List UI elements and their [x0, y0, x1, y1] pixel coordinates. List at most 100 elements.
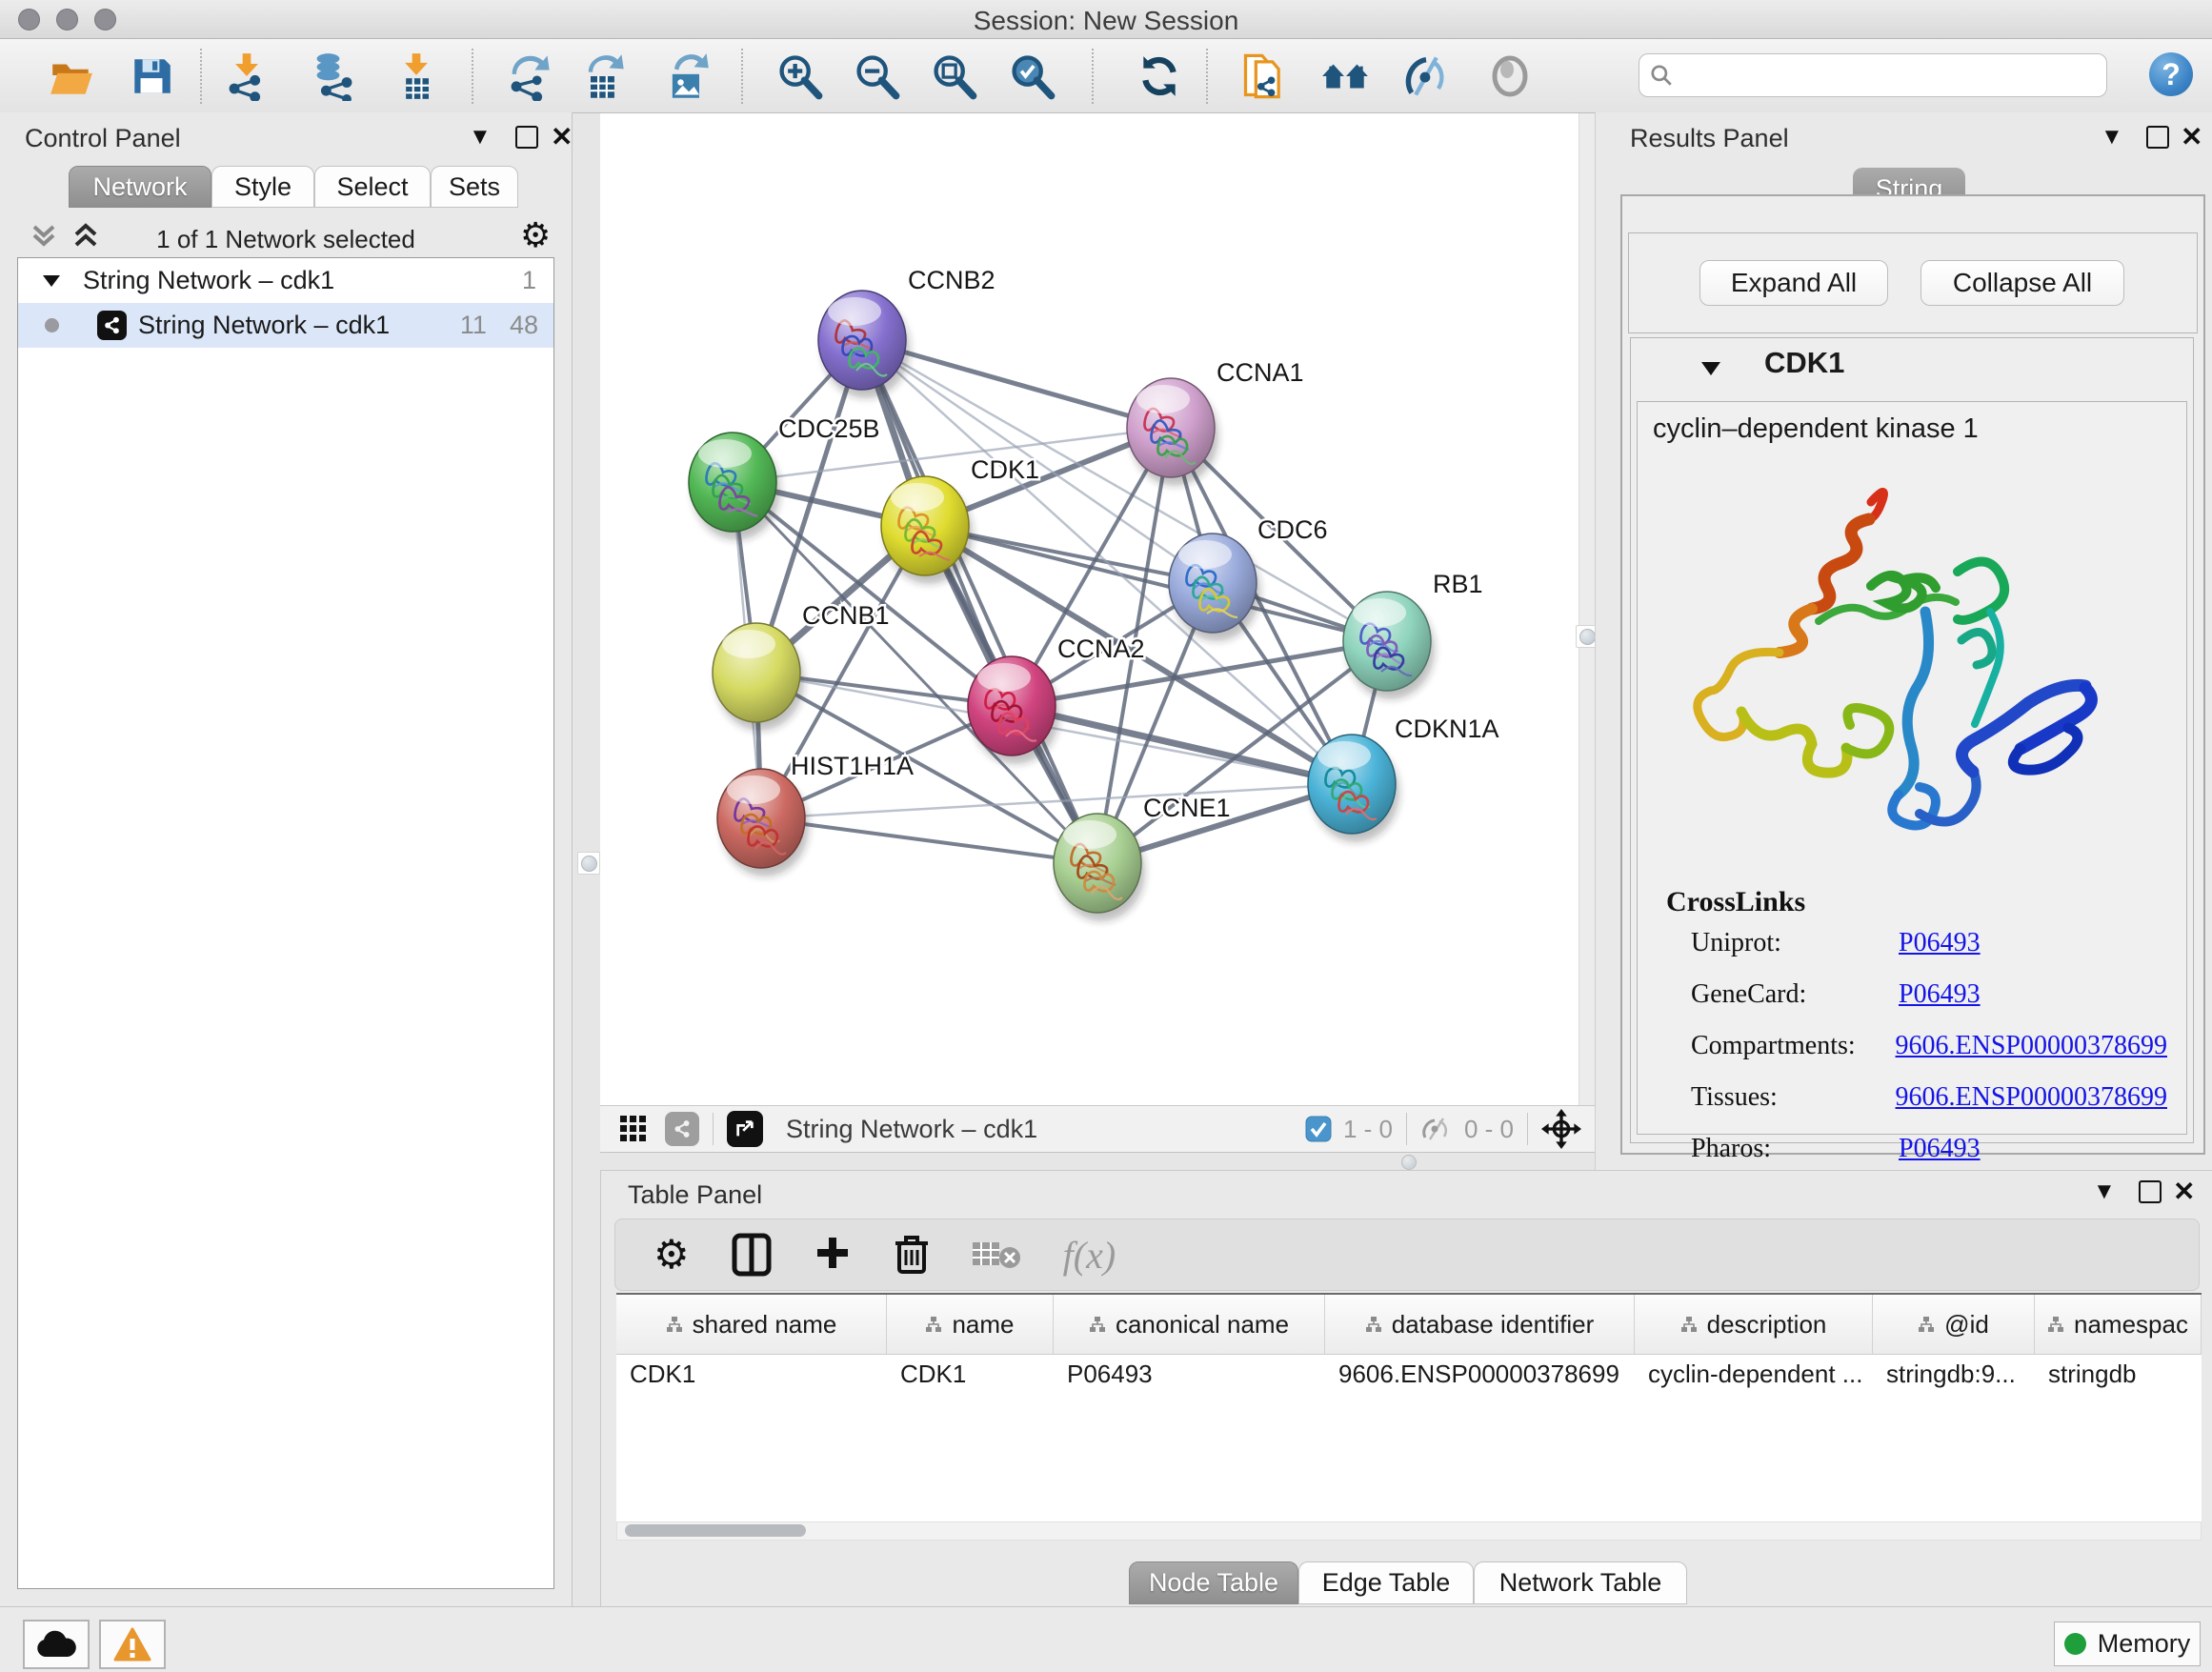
- column-header-database-identifier[interactable]: database identifier: [1325, 1295, 1635, 1354]
- tab-select[interactable]: Select: [314, 166, 431, 208]
- network-row-selected[interactable]: String Network – cdk1 11 48: [18, 303, 553, 348]
- canvas-right-gutter: [1579, 113, 1596, 1105]
- warning-status-button[interactable]: [99, 1620, 166, 1669]
- tab-network-table[interactable]: Network Table: [1474, 1561, 1687, 1604]
- control-panel-close-icon[interactable]: ✕: [551, 121, 573, 152]
- result-gene-name: CDK1: [1764, 346, 1844, 380]
- hide-graphics-details-icon[interactable]: [1400, 50, 1452, 102]
- detach-view-icon[interactable]: [727, 1111, 763, 1147]
- export-image-icon[interactable]: [661, 50, 713, 102]
- export-network-icon[interactable]: [503, 50, 554, 102]
- node-label-CDK1: CDK1: [971, 455, 1039, 484]
- help-icon[interactable]: ?: [2149, 52, 2193, 96]
- crosslink-link[interactable]: 9606.ENSP00000378699: [1896, 1082, 2167, 1113]
- tab-sets[interactable]: Sets: [431, 166, 518, 208]
- share-view-icon[interactable]: [665, 1112, 699, 1146]
- table-row[interactable]: CDK1CDK1P064939606.ENSP00000378699cyclin…: [616, 1355, 2202, 1393]
- tab-edge-table[interactable]: Edge Table: [1298, 1561, 1474, 1604]
- zoom-fit-icon[interactable]: [928, 50, 979, 102]
- network-edge-count: 48: [510, 311, 538, 340]
- table-cell[interactable]: CDK1: [887, 1355, 1054, 1393]
- zoom-selected-icon[interactable]: [1006, 50, 1057, 102]
- table-panel-float-icon[interactable]: ▼: [2093, 1178, 2116, 1205]
- search-input[interactable]: [1674, 61, 2097, 90]
- crosslink-link[interactable]: P06493: [1899, 1134, 1981, 1164]
- results-panel-close-icon[interactable]: ✕: [2181, 121, 2202, 152]
- tree-expander-icon[interactable]: [41, 272, 62, 290]
- network-graph[interactable]: CCNB2CCNA1CDC25BCDK1CDC6RB1CCNB1CCNA2CDK…: [600, 113, 1579, 1105]
- network-options-gear-icon[interactable]: ⚙: [520, 215, 551, 255]
- home-icon[interactable]: [1319, 50, 1371, 102]
- zoom-out-icon[interactable]: [851, 50, 902, 102]
- section-expander-icon[interactable]: [1699, 359, 1722, 378]
- show-columns-icon[interactable]: [732, 1233, 772, 1277]
- memory-label: Memory: [2098, 1629, 2191, 1659]
- tab-style[interactable]: Style: [211, 166, 314, 208]
- add-column-icon[interactable]: [814, 1236, 852, 1274]
- table-cell[interactable]: stringdb: [2035, 1355, 2202, 1393]
- toolbar-separator: [1206, 49, 1208, 104]
- table-cell[interactable]: cyclin-dependent ...: [1635, 1355, 1873, 1393]
- function-builder-icon[interactable]: f(x): [1063, 1233, 1116, 1278]
- memory-button[interactable]: Memory: [2054, 1622, 2201, 1666]
- delete-table-icon[interactable]: [972, 1239, 1021, 1271]
- column-header-shared-name[interactable]: shared name: [616, 1295, 887, 1354]
- column-header-canonical-name[interactable]: canonical name: [1054, 1295, 1325, 1354]
- column-header-@id[interactable]: @id: [1873, 1295, 2035, 1354]
- delete-column-icon[interactable]: [894, 1234, 930, 1276]
- table-hscrollbar[interactable]: [616, 1521, 2202, 1541]
- table-options-gear-icon[interactable]: ⚙: [654, 1235, 690, 1275]
- table-cell[interactable]: stringdb:9...: [1873, 1355, 2035, 1393]
- open-session-icon[interactable]: [46, 50, 97, 102]
- crosslink-link[interactable]: 9606.ENSP00000378699: [1896, 1031, 2167, 1061]
- horizontal-splitter-handle[interactable]: [1401, 1155, 1417, 1170]
- control-panel-maximize-icon[interactable]: [515, 126, 538, 149]
- table-panel: Table Panel ▼ ✕ ⚙ f(x) shared namenameca…: [600, 1170, 2212, 1607]
- expand-all-button[interactable]: Expand All: [1699, 260, 1888, 306]
- toolbar-separator: [1092, 49, 1094, 104]
- zoom-in-icon[interactable]: [774, 50, 825, 102]
- collapse-all-button[interactable]: Collapse All: [1920, 260, 2124, 306]
- main-toolbar: ?: [0, 39, 2212, 113]
- crosslink-row: Compartments:9606.ENSP00000378699: [1691, 1031, 2167, 1061]
- annotation-icon[interactable]: [1238, 50, 1290, 102]
- hidden-count: 0 - 0: [1464, 1115, 1514, 1144]
- selected-count: 1 - 0: [1343, 1115, 1393, 1144]
- refresh-icon[interactable]: [1134, 50, 1185, 102]
- left-splitter-handle[interactable]: [577, 852, 600, 875]
- column-header-namespac[interactable]: namespac: [2035, 1295, 2202, 1354]
- tab-network[interactable]: Network: [69, 166, 211, 208]
- save-session-icon[interactable]: [126, 50, 177, 102]
- network-collection-row[interactable]: String Network – cdk1 1: [18, 258, 553, 303]
- crosslink-row: GeneCard:P06493: [1691, 979, 2167, 1010]
- network-canvas[interactable]: CCNB2CCNA1CDC25BCDK1CDC6RB1CCNB1CCNA2CDK…: [600, 113, 1579, 1105]
- crosslink-label: Uniprot:: [1691, 928, 1899, 958]
- hscrollbar-thumb[interactable]: [625, 1524, 806, 1537]
- table-cell[interactable]: CDK1: [616, 1355, 887, 1393]
- table-cell[interactable]: 9606.ENSP00000378699: [1325, 1355, 1635, 1393]
- table-cell[interactable]: P06493: [1054, 1355, 1325, 1393]
- selected-checkbox-icon[interactable]: [1305, 1116, 1332, 1142]
- cloud-status-button[interactable]: [23, 1620, 90, 1669]
- import-network-file-icon[interactable]: [221, 50, 272, 102]
- column-header-description[interactable]: description: [1635, 1295, 1873, 1354]
- search-field-container: [1639, 53, 2107, 97]
- node-table[interactable]: shared namenamecanonical namedatabase id…: [616, 1293, 2202, 1523]
- birds-eye-view-icon[interactable]: [1484, 50, 1536, 102]
- column-header-name[interactable]: name: [887, 1295, 1054, 1354]
- birdseye-toggle-icon[interactable]: [1541, 1109, 1581, 1149]
- import-table-file-icon[interactable]: [391, 50, 442, 102]
- table-panel-close-icon[interactable]: ✕: [2173, 1176, 2195, 1207]
- control-panel-float-icon[interactable]: ▼: [469, 124, 492, 151]
- crosslink-link[interactable]: P06493: [1899, 979, 1981, 1010]
- import-network-database-icon[interactable]: [309, 50, 360, 102]
- results-panel-float-icon[interactable]: ▼: [2101, 124, 2123, 151]
- crosslink-link[interactable]: P06493: [1899, 928, 1981, 958]
- results-panel-maximize-icon[interactable]: [2146, 126, 2169, 149]
- network-node-CCNB1: CCNB1: [713, 601, 890, 731]
- column-type-icon: [666, 1316, 683, 1333]
- tab-node-table[interactable]: Node Table: [1129, 1561, 1298, 1604]
- export-table-icon[interactable]: [577, 50, 629, 102]
- table-panel-maximize-icon[interactable]: [2139, 1180, 2162, 1203]
- grid-view-icon[interactable]: [619, 1115, 648, 1143]
